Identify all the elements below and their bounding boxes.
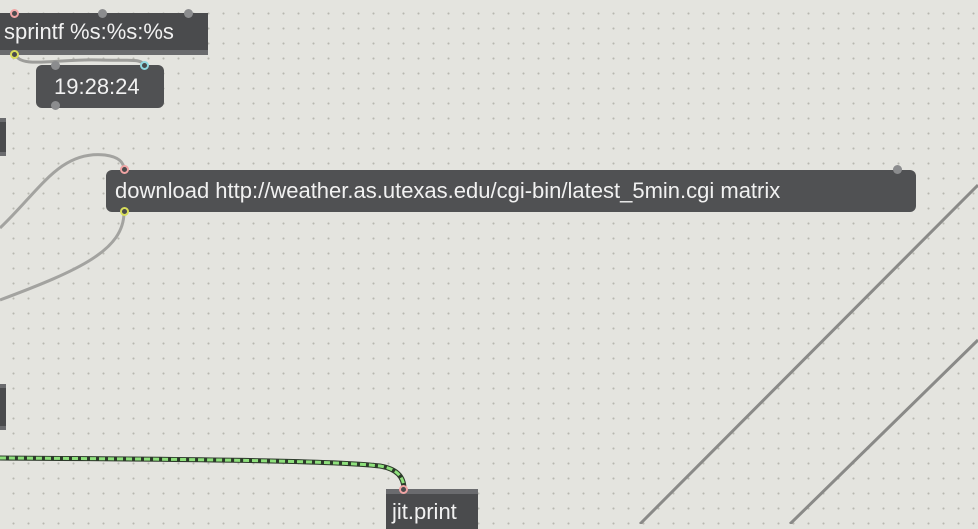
sprintf-inlet-right[interactable] [184,9,193,18]
time-message-outlet[interactable] [51,101,60,110]
download-message-inlet-right[interactable] [893,165,902,174]
download-message-inlet[interactable] [120,165,129,174]
time-message-connection-inlet[interactable] [140,61,149,70]
sprintf-inlet-middle[interactable] [98,9,107,18]
time-message-label: 19:28:24 [54,73,140,99]
sprintf-outlet[interactable] [10,50,19,59]
patch-cord-from-download-outlet[interactable] [0,211,126,302]
patch-cord-diagonal-2[interactable] [788,338,978,524]
download-message-label: download http://weather.as.utexas.edu/cg… [115,178,781,203]
time-message-inlet[interactable] [51,61,60,70]
download-message-box[interactable]: download http://weather.as.utexas.edu/cg… [106,170,916,212]
patch-cord-matrix[interactable] [0,456,406,490]
patch-cord-diagonal-1[interactable] [638,183,978,524]
jit-print-object-label: jit.print [392,498,457,524]
offscreen-object-stub[interactable] [0,118,6,156]
jit-print-inlet[interactable] [399,485,408,494]
sprintf-object-label: sprintf %s:%s:%s [4,18,174,44]
offscreen-object-stub[interactable] [0,384,6,430]
sprintf-inlet-left[interactable] [10,9,19,18]
patcher-canvas[interactable]: sprintf %s:%s:%s 19:28:24 download http:… [0,0,978,529]
jit-print-object[interactable]: jit.print [386,489,478,529]
download-message-outlet[interactable] [120,207,129,216]
sprintf-object[interactable]: sprintf %s:%s:%s [0,13,208,55]
